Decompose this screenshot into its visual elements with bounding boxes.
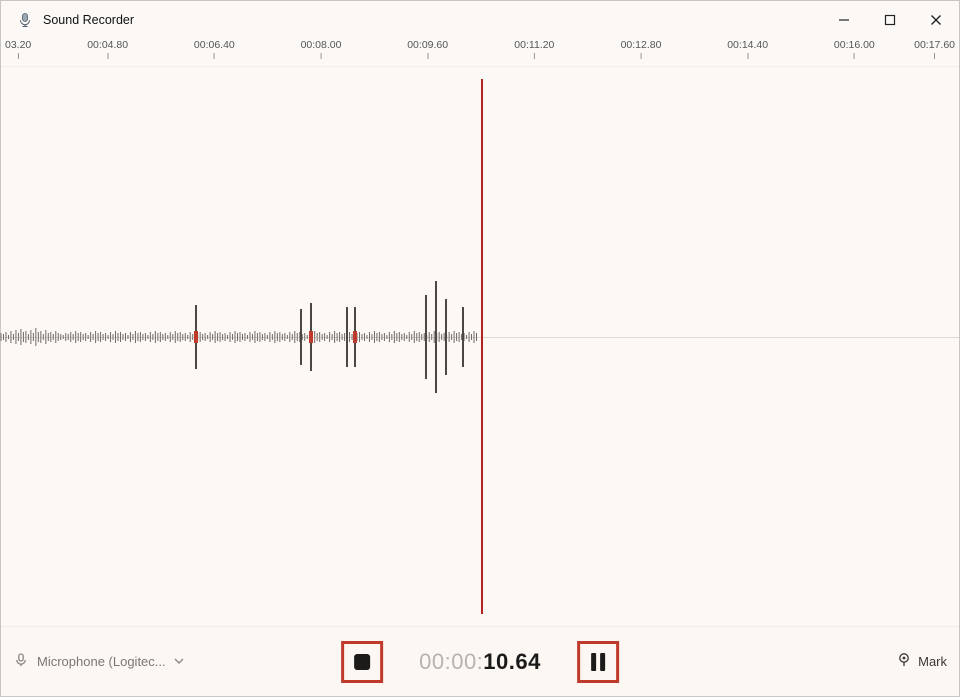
center-controls: 00:00:10.64: [341, 641, 619, 683]
ruler-tick: 03.20: [5, 39, 31, 59]
minimize-button[interactable]: [821, 1, 867, 39]
stop-icon: [354, 654, 370, 670]
pause-icon: [591, 653, 605, 671]
marker-icon: [896, 652, 912, 671]
ruler-tick: 00:17.60: [914, 39, 955, 59]
ruler-tick: 00:16.00: [834, 39, 875, 59]
ruler-tick: 00:14.40: [727, 39, 768, 59]
close-button[interactable]: [913, 1, 959, 39]
ruler-tick: 00:09.60: [407, 39, 448, 59]
mic-select-dropdown[interactable]: Microphone (Logitec...: [13, 652, 184, 671]
timecode: 00:00:10.64: [419, 649, 541, 675]
control-bar: Microphone (Logitec... 00:00:10.64: [1, 626, 959, 696]
ruler-tick: 00:06.40: [194, 39, 235, 59]
time-ruler[interactable]: 03.20 00:04.80 00:06.40 00:08.00 00:09.60 00:…: [1, 39, 959, 67]
mark-button[interactable]: Mark: [896, 652, 947, 671]
mic-icon: [13, 652, 29, 671]
mark-label: Mark: [918, 654, 947, 669]
waveform-svg: [1, 267, 481, 407]
maximize-button[interactable]: [867, 1, 913, 39]
chevron-down-icon: [174, 654, 184, 669]
timecode-prefix: 00:00:: [419, 649, 483, 674]
pause-button[interactable]: [577, 641, 619, 683]
stop-button[interactable]: [341, 641, 383, 683]
ruler-tick: 00:04.80: [87, 39, 128, 59]
playhead-cursor[interactable]: [481, 79, 483, 614]
ruler-tick: 00:11.20: [514, 39, 554, 59]
sound-recorder-window: Sound Recorder 03.20 00:04.80 00:06.40 00:0…: [0, 0, 960, 697]
timecode-seconds: 10.64: [483, 649, 541, 674]
mic-app-icon: [17, 12, 33, 28]
ruler-tick: 00:12.80: [621, 39, 662, 59]
titlebar: Sound Recorder: [1, 1, 959, 39]
app-title: Sound Recorder: [43, 13, 134, 27]
mic-label: Microphone (Logitec...: [37, 654, 166, 669]
ruler-tick: 00:08.00: [301, 39, 342, 59]
waveform-area[interactable]: [1, 67, 959, 626]
